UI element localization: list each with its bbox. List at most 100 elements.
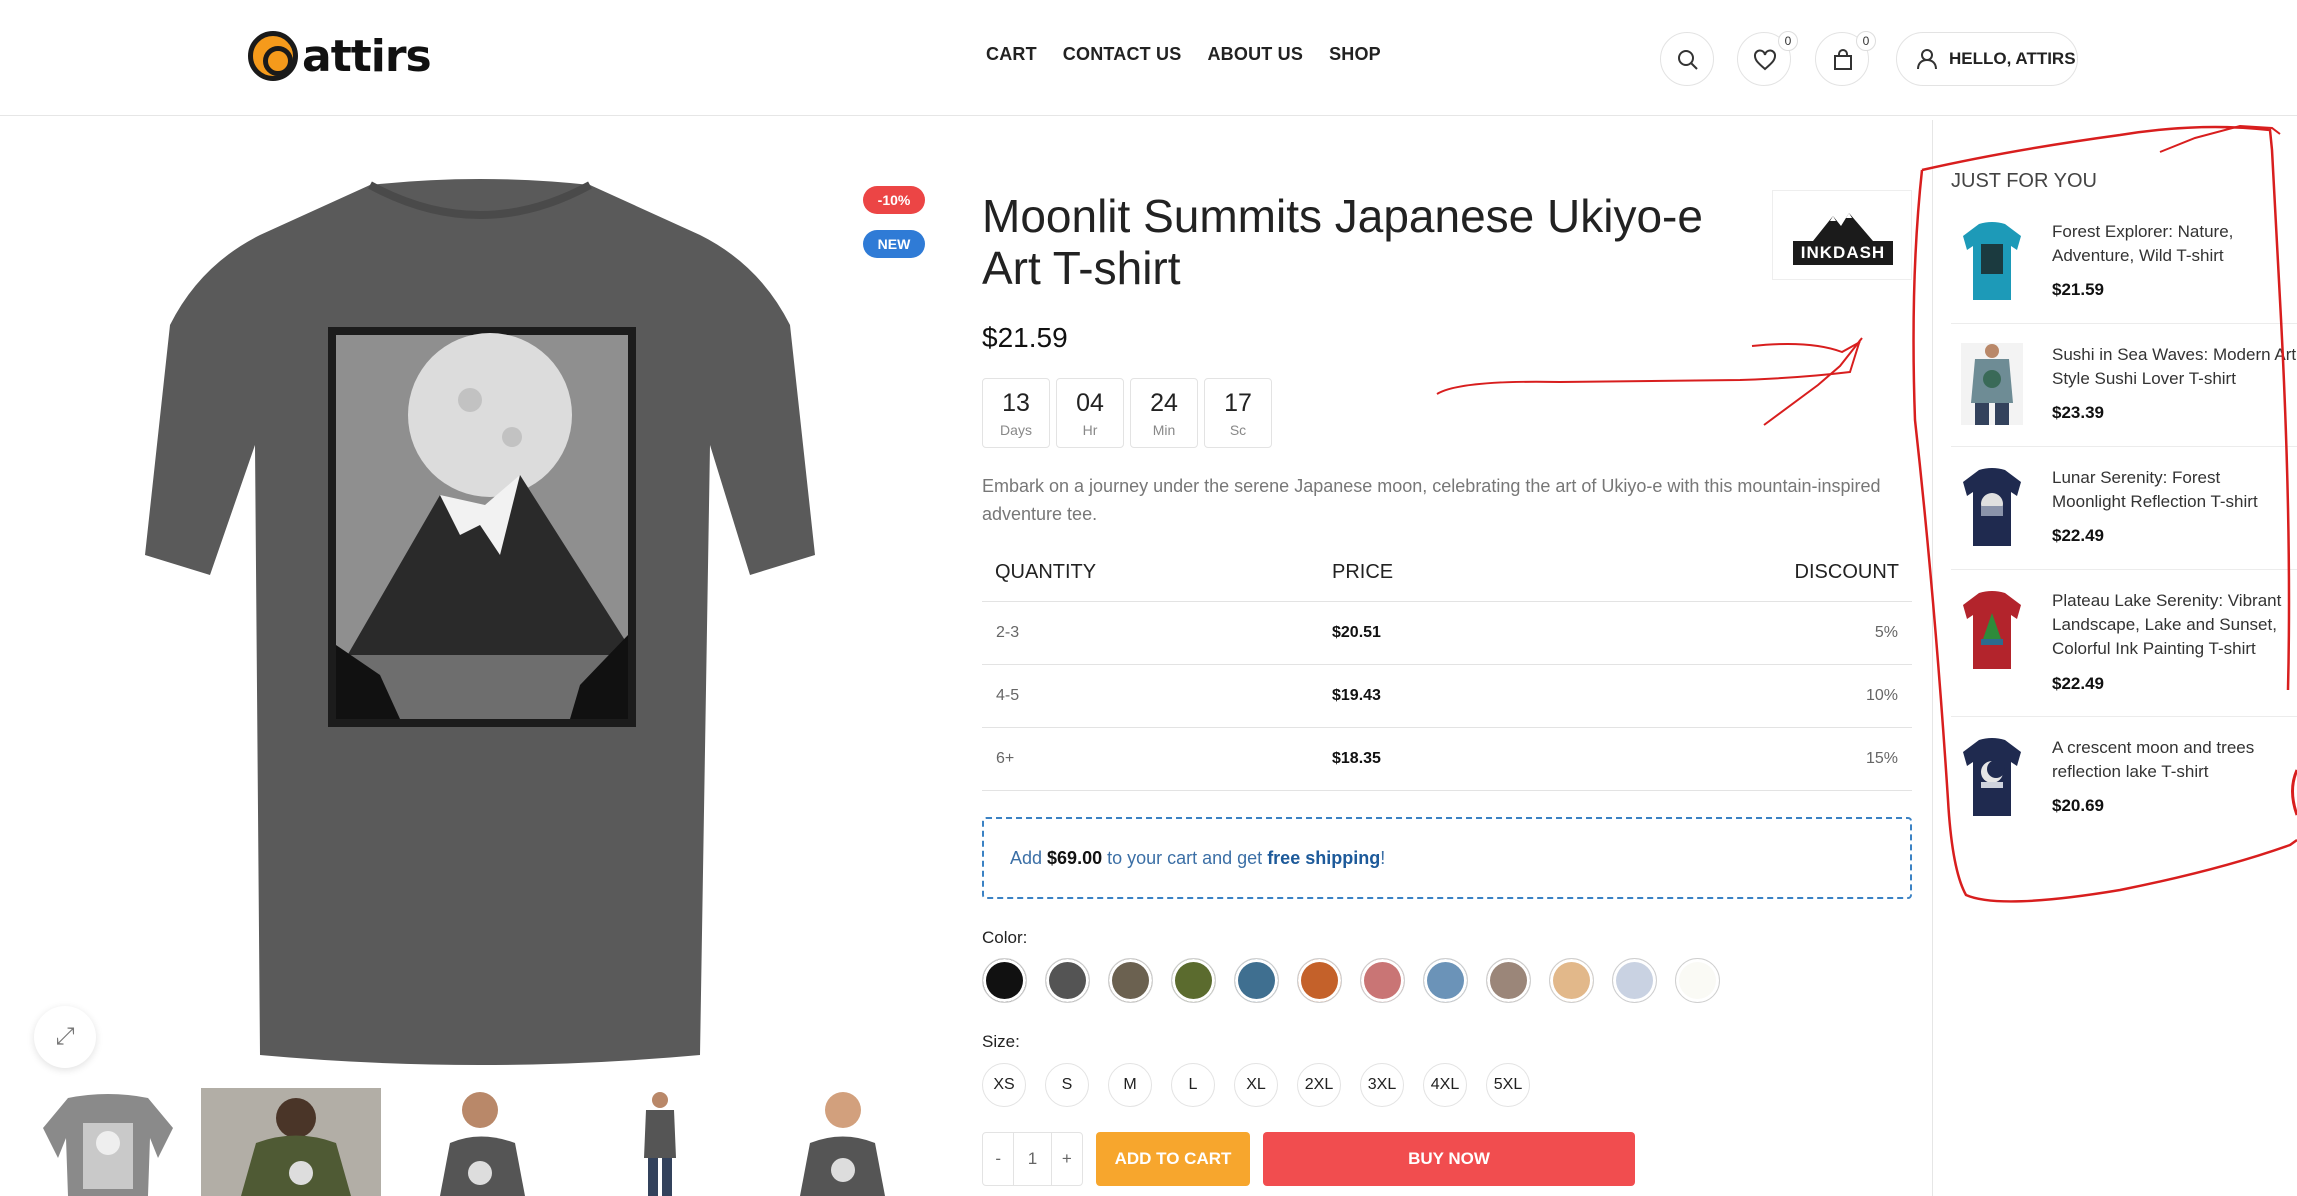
recommended-name[interactable]: Lunar Serenity: Forest Moonlight Reflect… [2052, 466, 2297, 514]
size-options: XS S M L XL 2XL 3XL 4XL 5XL [982, 1063, 1530, 1107]
countdown-minutes: 24 Min [1130, 378, 1198, 448]
color-swatch[interactable] [982, 958, 1027, 1003]
qty-minus-button[interactable]: - [983, 1133, 1013, 1185]
recommended-name[interactable]: Plateau Lake Serenity: Vibrant Landscape… [2052, 589, 2297, 661]
countdown-label: Hr [1082, 422, 1098, 438]
table-header-row: QUANTITY PRICE DISCOUNT [982, 545, 1912, 602]
recommended-price: $23.39 [2052, 403, 2104, 422]
search-icon [1678, 50, 1698, 70]
product-thumbnail[interactable] [1961, 589, 2023, 671]
recommended-name[interactable]: Forest Explorer: Nature, Adventure, Wild… [2052, 220, 2297, 268]
wishlist-count: 0 [1778, 31, 1798, 51]
qty-input[interactable]: 1 [1013, 1133, 1052, 1185]
color-swatch[interactable] [1108, 958, 1153, 1003]
header-price: PRICE [1332, 545, 1732, 602]
thumbnail-2[interactable] [201, 1088, 381, 1196]
color-swatch[interactable] [1423, 958, 1468, 1003]
shipping-text: to your cart and get [1102, 848, 1268, 868]
cart-count: 0 [1856, 31, 1876, 51]
add-to-cart-button[interactable]: ADD TO CART [1096, 1132, 1250, 1186]
size-option[interactable]: L [1171, 1063, 1215, 1107]
color-swatch[interactable] [1171, 958, 1216, 1003]
size-option[interactable]: 3XL [1360, 1063, 1404, 1107]
countdown-hours: 04 Hr [1056, 378, 1124, 448]
product-price: $21.59 [982, 322, 1068, 353]
thumbnail-5[interactable] [795, 1088, 890, 1196]
user-icon [1917, 49, 1937, 70]
site-header: attirs CART CONTACT US ABOUT US SHOP 0 0… [0, 0, 2297, 116]
sidebar-divider [1932, 120, 1933, 1196]
recommended-name[interactable]: Sushi in Sea Waves: Modern Art Style Sus… [2052, 343, 2297, 391]
nav-cart[interactable]: CART [986, 44, 1037, 65]
size-option[interactable]: XS [982, 1063, 1026, 1107]
countdown-value: 13 [1002, 389, 1030, 417]
row-discount: 5% [1732, 601, 1912, 665]
free-shipping-text: free shipping [1267, 848, 1381, 868]
row-qty: 2-3 [982, 601, 1332, 665]
sale-countdown: 13 Days 04 Hr 24 Min 17 Sc [982, 378, 1272, 448]
logo-mark-icon [248, 31, 298, 81]
nav-shop[interactable]: SHOP [1329, 44, 1381, 65]
table-row: 6+ $18.35 15% [982, 727, 1912, 791]
recommended-item[interactable]: A crescent moon and trees reflection lak… [1951, 736, 2297, 826]
color-swatch[interactable] [1045, 958, 1090, 1003]
color-swatch[interactable] [1675, 958, 1720, 1003]
color-swatch[interactable] [1486, 958, 1531, 1003]
recommended-price: $21.59 [2052, 280, 2104, 299]
buy-now-button[interactable]: BUY NOW [1263, 1132, 1635, 1186]
countdown-days: 13 Days [982, 378, 1050, 448]
wishlist-button[interactable]: 0 [1737, 31, 1798, 86]
nav-contact-us[interactable]: CONTACT US [1063, 44, 1182, 65]
header-quantity: QUANTITY [982, 545, 1332, 602]
row-price: $19.43 [1332, 664, 1732, 728]
search-button[interactable] [1660, 32, 1714, 86]
account-button[interactable]: HELLO, ATTIRS [1896, 32, 2078, 86]
qty-plus-button[interactable]: + [1052, 1133, 1082, 1185]
color-swatch[interactable] [1297, 958, 1342, 1003]
divider [1951, 569, 2297, 570]
quantity-stepper: - 1 + [982, 1132, 1083, 1186]
recommended-item[interactable]: Plateau Lake Serenity: Vibrant Landscape… [1951, 589, 2297, 699]
product-description: Embark on a journey under the serene Jap… [982, 476, 1881, 524]
product-thumbnail[interactable] [1961, 466, 2023, 548]
color-swatch[interactable] [1549, 958, 1594, 1003]
product-thumbnail[interactable] [1961, 343, 2023, 425]
recommended-item[interactable]: Sushi in Sea Waves: Modern Art Style Sus… [1951, 343, 2297, 433]
size-option[interactable]: 5XL [1486, 1063, 1530, 1107]
recommended-item[interactable]: Forest Explorer: Nature, Adventure, Wild… [1951, 220, 2297, 310]
color-swatch[interactable] [1360, 958, 1405, 1003]
brand-name: INKDASH [1793, 241, 1893, 265]
countdown-value: 17 [1224, 389, 1252, 417]
product-main-image[interactable] [140, 175, 820, 1075]
product-thumbnail[interactable] [1961, 736, 2023, 818]
recommended-price: $22.49 [2052, 674, 2104, 693]
divider [1951, 716, 2297, 717]
sidebar-title: JUST FOR YOU [1951, 170, 2097, 192]
shopping-bag-icon [1834, 49, 1852, 70]
size-option[interactable]: S [1045, 1063, 1089, 1107]
size-option[interactable]: XL [1234, 1063, 1278, 1107]
main-nav: CART CONTACT US ABOUT US SHOP [986, 44, 1381, 65]
color-swatch[interactable] [1612, 958, 1657, 1003]
brand-logo[interactable]: INKDASH [1772, 190, 1912, 280]
recommended-item[interactable]: Lunar Serenity: Forest Moonlight Reflect… [1951, 466, 2297, 556]
thumbnail-3[interactable] [425, 1088, 545, 1196]
countdown-seconds: 17 Sc [1204, 378, 1272, 448]
new-badge: NEW [863, 230, 925, 258]
site-logo[interactable]: attirs [248, 28, 432, 84]
size-option[interactable]: 4XL [1423, 1063, 1467, 1107]
thumbnail-1[interactable] [38, 1088, 178, 1196]
nav-about-us[interactable]: ABOUT US [1207, 44, 1303, 65]
thumbnail-4[interactable] [630, 1088, 690, 1196]
zoom-button[interactable]: ⤢ [34, 1006, 96, 1068]
countdown-label: Sc [1229, 422, 1247, 438]
divider [1951, 446, 2297, 447]
size-option[interactable]: M [1108, 1063, 1152, 1107]
color-label: Color: [982, 928, 1028, 947]
color-swatch[interactable] [1234, 958, 1279, 1003]
cart-button[interactable]: 0 [1815, 31, 1876, 86]
product-thumbnail[interactable] [1961, 220, 2023, 302]
size-option[interactable]: 2XL [1297, 1063, 1341, 1107]
recommended-name[interactable]: A crescent moon and trees reflection lak… [2052, 736, 2297, 784]
free-shipping-notice: Add $69.00 to your cart and get free shi… [982, 817, 1912, 899]
